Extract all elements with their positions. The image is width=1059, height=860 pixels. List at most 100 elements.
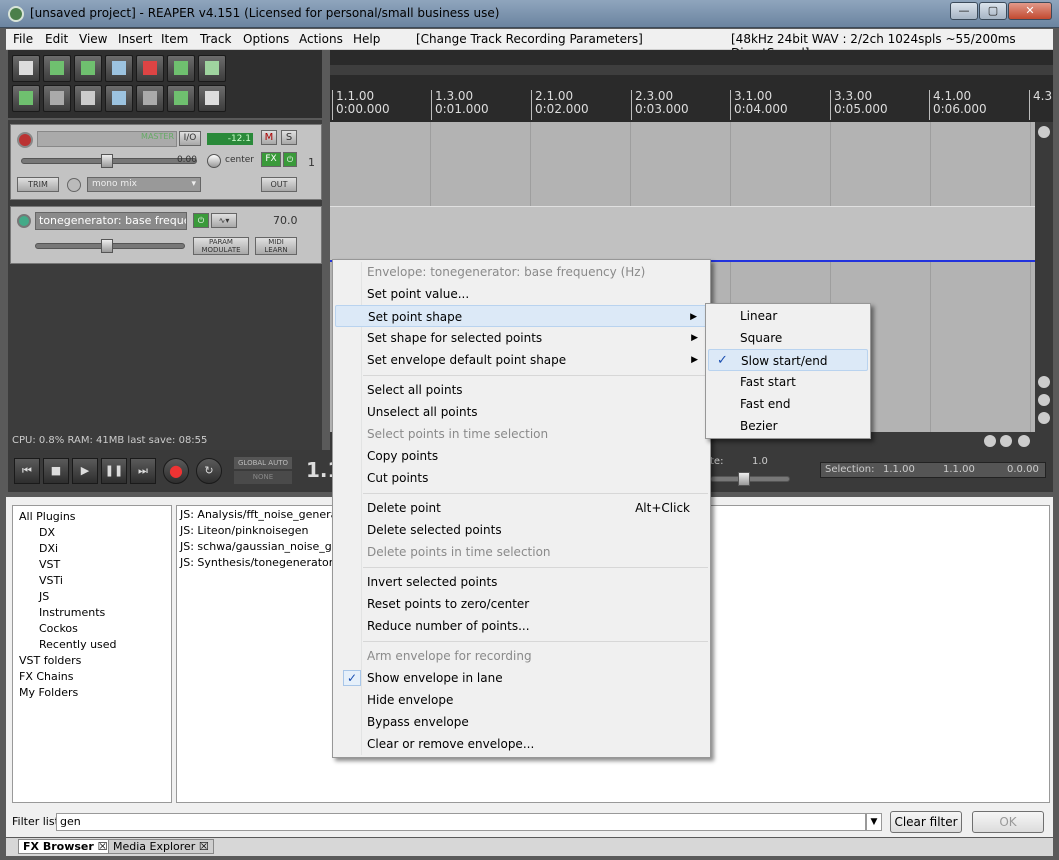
menu-item-set-default-shape[interactable]: Set envelope default point shape ▶ (335, 349, 708, 371)
maximize-button[interactable]: ▢ (979, 2, 1007, 20)
menu-item-invert[interactable]: Invert selected points (335, 571, 708, 593)
vertical-scrollbar[interactable] (1035, 122, 1053, 432)
volume-fader-handle[interactable] (101, 154, 113, 168)
close-button[interactable]: ✕ (1008, 2, 1052, 20)
phase-invert-button[interactable] (67, 178, 81, 192)
menu-track[interactable]: Track (200, 32, 231, 46)
tree-item-fx-chains[interactable]: FX Chains (19, 670, 74, 683)
shape-square[interactable]: Square (708, 327, 868, 349)
tree-item-my-folders[interactable]: My Folders (19, 686, 78, 699)
menu-item-reduce[interactable]: Reduce number of points... (335, 615, 708, 637)
tree-item-vsti[interactable]: VSTi (39, 574, 63, 587)
h-zoom-in-icon[interactable] (1000, 435, 1012, 447)
tree-item-recently-used[interactable]: Recently used (39, 638, 117, 651)
selection-display[interactable]: Selection: 1.1.00 1.1.00 0.0.00 (820, 462, 1046, 478)
fx-bypass-button[interactable]: ⏻ (283, 152, 297, 167)
envelope-arm-button[interactable] (17, 214, 31, 228)
menu-item-unselect-all[interactable]: Unselect all points (335, 401, 708, 423)
undo-button[interactable] (136, 55, 164, 82)
timeline-ruler[interactable]: 1.1.00 0:00.000 1.3.00 0:01.000 2.1.00 0:02… (330, 50, 1053, 122)
menu-insert[interactable]: Insert (118, 32, 152, 46)
fx-button[interactable]: FX (261, 152, 281, 167)
record-button[interactable]: ● (163, 458, 189, 484)
menu-item-bypass[interactable]: Bypass envelope (335, 711, 708, 733)
channel-mode-select[interactable]: mono mix ▾ (87, 177, 201, 192)
tree-item-dxi[interactable]: DXi (39, 542, 58, 555)
menu-item-copy[interactable]: Copy points (335, 445, 708, 467)
clear-filter-button[interactable]: Clear filter (890, 811, 962, 833)
grid-lines-button[interactable] (136, 85, 164, 112)
record-arm-button[interactable] (17, 132, 33, 148)
envelope-points-move-button[interactable] (167, 85, 195, 112)
ok-button[interactable]: OK (972, 811, 1044, 833)
save-project-button[interactable] (74, 55, 102, 82)
h-zoom-out-icon[interactable] (1018, 435, 1030, 447)
envelope-bypass-button[interactable]: ⏻ (193, 213, 209, 228)
output-button[interactable]: OUT (261, 177, 297, 192)
auto-crossfade-button[interactable] (105, 85, 133, 112)
io-button[interactable]: I/O (179, 131, 201, 146)
playrate-value[interactable]: 1.0 (752, 456, 768, 467)
lock-button[interactable] (198, 85, 226, 112)
tree-item-js[interactable]: JS (39, 590, 49, 603)
project-settings-button[interactable] (105, 55, 133, 82)
zoom-in-icon[interactable] (1038, 394, 1050, 406)
menu-item-delete-point[interactable]: Delete point Alt+Click (335, 497, 708, 519)
menu-item-hide[interactable]: Hide envelope (335, 689, 708, 711)
shape-slow-start-end[interactable]: ✓ Slow start/end (708, 349, 868, 371)
ripple-edit-button[interactable] (43, 85, 71, 112)
pause-button[interactable]: ❚❚ (101, 458, 127, 484)
list-item[interactable]: JS: Liteon/pinknoisegen (180, 524, 308, 537)
go-to-end-button[interactable]: ⏭ (130, 458, 156, 484)
level-meter[interactable]: -12.1 (207, 133, 253, 145)
tree-item-instruments[interactable]: Instruments (39, 606, 105, 619)
menu-item-show-in-lane[interactable]: ✓ Show envelope in lane (335, 667, 708, 689)
solo-button[interactable]: S (281, 130, 297, 145)
stop-button[interactable]: ■ (43, 458, 69, 484)
param-modulate-button[interactable]: PARAM MODULATE (193, 237, 249, 255)
mute-button[interactable]: M (261, 130, 277, 145)
plugin-category-tree[interactable]: All Plugins DX DXi VST VSTi JS Instrumen… (12, 505, 172, 803)
shape-fast-start[interactable]: Fast start (708, 371, 868, 393)
tab-fx-browser[interactable]: FX Browser ☒ (18, 839, 113, 854)
close-icon[interactable]: ☒ (199, 840, 209, 853)
menu-item[interactable]: Item (161, 32, 188, 46)
menu-file[interactable]: File (13, 32, 33, 46)
close-icon[interactable]: ☒ (98, 840, 108, 853)
list-item[interactable]: JS: Synthesis/tonegenerator (180, 556, 333, 569)
menu-item-cut[interactable]: Cut points (335, 467, 708, 489)
shape-linear[interactable]: Linear (708, 305, 868, 327)
global-auto-button[interactable]: GLOBAL AUTO (234, 457, 292, 469)
filter-input[interactable]: gen (56, 813, 866, 831)
open-project-button[interactable] (43, 55, 71, 82)
menu-item-reset[interactable]: Reset points to zero/center (335, 593, 708, 615)
menu-actions[interactable]: Actions (299, 32, 343, 46)
list-item[interactable]: JS: Analysis/fft_noise_generator (180, 508, 353, 521)
metronome-button[interactable] (198, 55, 226, 82)
envelope-shape-dropdown[interactable]: ∿▾ (211, 213, 237, 228)
play-button[interactable]: ▶ (72, 458, 98, 484)
repeat-button[interactable]: ↻ (196, 458, 222, 484)
menu-item-delete-selected[interactable]: Delete selected points (335, 519, 708, 541)
shape-bezier[interactable]: Bezier (708, 415, 868, 437)
tree-item-all-plugins[interactable]: All Plugins (19, 510, 76, 523)
tree-item-dx[interactable]: DX (39, 526, 55, 539)
menu-options[interactable]: Options (243, 32, 289, 46)
grid-snap-button[interactable] (12, 85, 40, 112)
tab-media-explorer[interactable]: Media Explorer ☒ (108, 839, 214, 854)
envelope-name[interactable]: tonegenerator: base frequency (35, 212, 187, 230)
item-grouping-button[interactable] (74, 85, 102, 112)
scroll-up-icon[interactable] (1038, 126, 1050, 138)
new-project-button[interactable] (12, 55, 40, 82)
redo-button[interactable] (167, 55, 195, 82)
tree-item-vst[interactable]: VST (39, 558, 60, 571)
envelope-lane[interactable] (330, 206, 1035, 261)
trim-button[interactable]: TRIM (17, 177, 59, 192)
midi-learn-button[interactable]: MIDI LEARN (255, 237, 297, 255)
envelope-lane-header[interactable]: tonegenerator: base frequency ⏻ ∿▾ 70.0 … (10, 206, 322, 264)
zoom-out-icon[interactable] (1038, 412, 1050, 424)
menu-item-set-point-value[interactable]: Set point value... (335, 283, 708, 305)
shape-fast-end[interactable]: Fast end (708, 393, 868, 415)
menu-item-select-all[interactable]: Select all points (335, 379, 708, 401)
menu-item-clear-remove[interactable]: Clear or remove envelope... (335, 733, 708, 755)
